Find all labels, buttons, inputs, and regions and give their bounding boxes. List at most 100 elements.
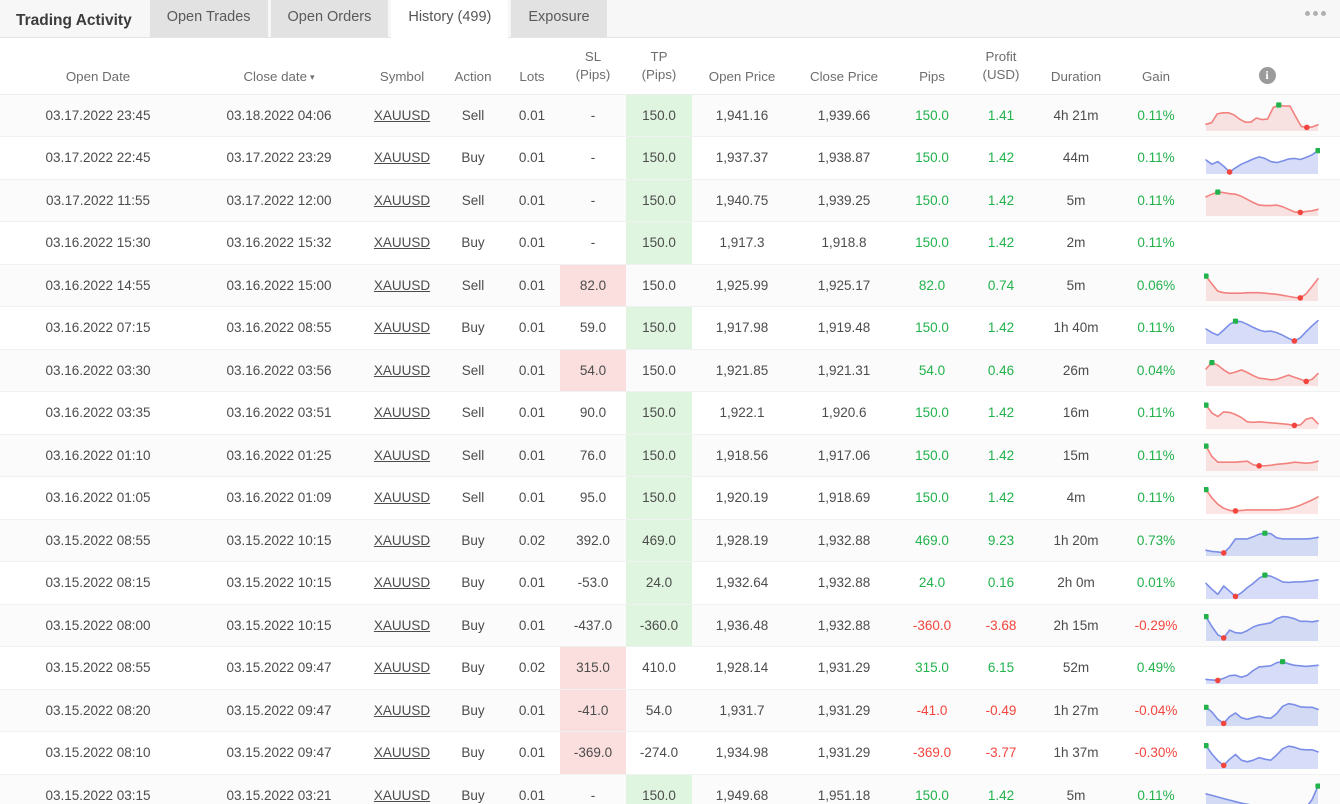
cell-symbol[interactable]: XAUUSD — [362, 349, 442, 392]
symbol-value[interactable]: XAUUSD — [374, 618, 430, 633]
table-row[interactable]: 03.16.2022 07:15 03.16.2022 08:55 XAUUSD Bu… — [0, 306, 1340, 350]
cell-open-price: 1,928.19 — [692, 519, 792, 562]
column-header-gain[interactable]: Gain — [1118, 38, 1194, 95]
table-row[interactable]: 03.15.2022 08:10 03.15.2022 09:47 XAUUSD Bu… — [0, 731, 1340, 775]
cell-close-price: 1,931.29 — [792, 646, 896, 690]
table-row[interactable]: 03.15.2022 08:00 03.15.2022 10:15 XAUUSD Bu… — [0, 604, 1340, 647]
table-row[interactable]: 03.17.2022 11:55 03.17.2022 12:00 XAUUSD Se… — [0, 179, 1340, 222]
sl-pips-value: - — [590, 150, 596, 166]
cell-symbol[interactable]: XAUUSD — [362, 136, 442, 180]
table-row[interactable]: 03.17.2022 23:45 03.18.2022 04:06 XAUUSD Se… — [0, 94, 1340, 137]
cell-open-price: 1,917.98 — [692, 306, 792, 350]
action-value: Sell — [461, 107, 485, 123]
column-header-profit[interactable]: Profit (USD) — [968, 38, 1034, 95]
action-value: Buy — [461, 235, 485, 251]
table-row[interactable]: 03.16.2022 03:35 03.16.2022 03:51 XAUUSD Se… — [0, 391, 1340, 435]
column-header-pips[interactable]: Pips — [896, 38, 968, 95]
symbol-value[interactable]: XAUUSD — [374, 235, 430, 250]
cell-pips: -369.0 — [896, 731, 968, 775]
close-date-value: 03.15.2022 10:15 — [226, 532, 332, 548]
table-row[interactable]: 03.15.2022 08:20 03.15.2022 09:47 XAUUSD Bu… — [0, 689, 1340, 732]
sl-pips-value: - — [590, 235, 596, 251]
close-date-value: 03.15.2022 09:47 — [226, 702, 332, 718]
action-value: Buy — [461, 617, 485, 633]
kebab-dot — [1305, 11, 1310, 16]
tab-history-499[interactable]: History (499) — [391, 0, 509, 37]
cell-symbol[interactable]: XAUUSD — [362, 94, 442, 137]
column-header-duration[interactable]: Duration — [1034, 38, 1118, 95]
symbol-value[interactable]: XAUUSD — [374, 363, 430, 378]
cell-symbol[interactable]: XAUUSD — [362, 604, 442, 647]
overflow-menu-icon[interactable] — [1305, 11, 1326, 16]
cell-symbol[interactable]: XAUUSD — [362, 689, 442, 732]
table-row[interactable]: 03.16.2022 14:55 03.16.2022 15:00 XAUUSD Se… — [0, 264, 1340, 307]
sort-caret-icon[interactable]: ▾ — [310, 72, 315, 82]
symbol-value[interactable]: XAUUSD — [374, 405, 430, 420]
symbol-value[interactable]: XAUUSD — [374, 533, 430, 548]
column-header-chart[interactable]: i — [1194, 38, 1340, 95]
cell-symbol[interactable]: XAUUSD — [362, 434, 442, 477]
table-row[interactable]: 03.15.2022 08:55 03.15.2022 10:15 XAUUSD Bu… — [0, 519, 1340, 562]
table-row[interactable]: 03.15.2022 03:15 03.15.2022 03:21 XAUUSD Bu… — [0, 774, 1340, 804]
column-header-close-price[interactable]: Close Price — [792, 38, 896, 95]
close-date-value: 03.16.2022 03:51 — [226, 405, 332, 421]
symbol-value[interactable]: XAUUSD — [374, 193, 430, 208]
symbol-value[interactable]: XAUUSD — [374, 320, 430, 335]
cell-profit-usd: 1.42 — [968, 306, 1034, 350]
close-price-value: 1,918.8 — [821, 235, 867, 251]
info-icon[interactable]: i — [1258, 66, 1276, 84]
cell-symbol[interactable]: XAUUSD — [362, 731, 442, 775]
symbol-value[interactable]: XAUUSD — [374, 448, 430, 463]
column-header-action[interactable]: Action — [442, 38, 504, 95]
symbol-value[interactable]: XAUUSD — [374, 490, 430, 505]
symbol-value[interactable]: XAUUSD — [374, 278, 430, 293]
cell-symbol[interactable]: XAUUSD — [362, 476, 442, 520]
cell-symbol[interactable]: XAUUSD — [362, 774, 442, 804]
tab-open-orders[interactable]: Open Orders — [270, 0, 389, 37]
cell-symbol[interactable]: XAUUSD — [362, 179, 442, 222]
symbol-value[interactable]: XAUUSD — [374, 703, 430, 718]
tab-exposure[interactable]: Exposure — [511, 0, 607, 37]
gain-value: -0.29% — [1134, 617, 1178, 633]
cell-symbol[interactable]: XAUUSD — [362, 391, 442, 435]
symbol-value[interactable]: XAUUSD — [374, 575, 430, 590]
cell-symbol[interactable]: XAUUSD — [362, 221, 442, 265]
symbol-value[interactable]: XAUUSD — [374, 660, 430, 675]
cell-pips: 82.0 — [896, 264, 968, 307]
table-row[interactable]: 03.17.2022 22:45 03.17.2022 23:29 XAUUSD Bu… — [0, 136, 1340, 180]
cell-open-date: 03.16.2022 03:30 — [0, 349, 196, 392]
close-price-value: 1,932.88 — [817, 575, 871, 591]
cell-symbol[interactable]: XAUUSD — [362, 306, 442, 350]
column-header-symbol[interactable]: Symbol — [362, 38, 442, 95]
table-row[interactable]: 03.16.2022 01:05 03.16.2022 01:09 XAUUSD Se… — [0, 476, 1340, 520]
profit-usd-value: 1.42 — [987, 447, 1015, 463]
cell-symbol[interactable]: XAUUSD — [362, 561, 442, 605]
action-value: Buy — [461, 150, 485, 166]
column-header-open-date[interactable]: Open Date — [0, 38, 196, 95]
history-table-container[interactable]: Open Date Close date ▾ Symbol Action Lots SL (P… — [0, 38, 1340, 804]
pips-value: 150.0 — [915, 107, 949, 123]
duration-value: 2h 15m — [1053, 617, 1099, 633]
column-header-open-price[interactable]: Open Price — [692, 38, 792, 95]
cell-symbol[interactable]: XAUUSD — [362, 519, 442, 562]
cell-tp-pips: 150.0 — [626, 264, 692, 307]
column-header-lots[interactable]: Lots — [504, 38, 560, 95]
tab-open-trades[interactable]: Open Trades — [149, 0, 268, 37]
sl-pips-value: -437.0 — [573, 617, 613, 633]
table-row[interactable]: 03.16.2022 15:30 03.16.2022 15:32 XAUUSD Bu… — [0, 221, 1340, 265]
cell-symbol[interactable]: XAUUSD — [362, 646, 442, 690]
column-header-close-date[interactable]: Close date ▾ — [196, 38, 362, 95]
gain-value: 0.11% — [1137, 320, 1175, 336]
table-row[interactable]: 03.16.2022 01:10 03.16.2022 01:25 XAUUSD Se… — [0, 434, 1340, 477]
column-header-sl[interactable]: SL (Pips) — [560, 38, 626, 95]
cell-close-price: 1,951.18 — [792, 774, 896, 804]
symbol-value[interactable]: XAUUSD — [374, 745, 430, 760]
table-row[interactable]: 03.16.2022 03:30 03.16.2022 03:56 XAUUSD Se… — [0, 349, 1340, 392]
symbol-value[interactable]: XAUUSD — [374, 150, 430, 165]
column-header-tp[interactable]: TP (Pips) — [626, 38, 692, 95]
table-row[interactable]: 03.15.2022 08:55 03.15.2022 09:47 XAUUSD Bu… — [0, 646, 1340, 690]
cell-symbol[interactable]: XAUUSD — [362, 264, 442, 307]
symbol-value[interactable]: XAUUSD — [374, 788, 430, 803]
symbol-value[interactable]: XAUUSD — [374, 108, 430, 123]
table-row[interactable]: 03.15.2022 08:15 03.15.2022 10:15 XAUUSD Bu… — [0, 561, 1340, 605]
